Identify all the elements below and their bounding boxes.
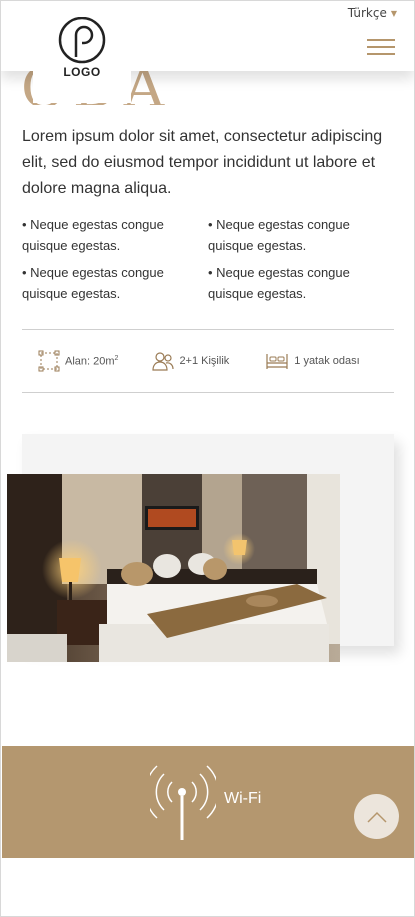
feature-item: • Neque egestas congue quisque egestas. [22,265,164,301]
menu-line [367,46,395,48]
language-selector[interactable]: Türkçe ▼ [348,6,397,20]
capacity-text: 2+1 Kişilik [179,355,230,367]
feature-item: • Neque egestas congue quisque egestas. [208,217,350,253]
hamburger-menu-button[interactable] [367,39,395,55]
logo[interactable]: LOGO [33,1,131,103]
bed-icon [266,354,288,369]
spec-area: Alan: 20m2 [38,350,118,372]
logo-text: LOGO [63,65,101,79]
chevron-down-icon: ▼ [390,8,397,18]
hotel-room-image [7,474,340,662]
page: ODA Türkçe ▼ LOGO Lorem ipsum dolor sit … [0,0,415,917]
spec-bedroom: 1 yatak odası [265,352,360,370]
chevron-up-icon [366,811,387,823]
amenity-banner: Wi-Fi [2,746,414,858]
menu-line [367,53,395,55]
intro-paragraph: Lorem ipsum dolor sit amet, consectetur … [22,128,383,197]
spec-capacity: 2+1 Kişilik [152,351,229,371]
feature-item: • Neque egestas congue quisque egestas. [208,265,350,301]
menu-line [367,39,395,41]
bedroom-text: 1 yatak odası [294,355,360,367]
wifi-label: Wi-Fi [224,790,262,807]
room-specs: Alan: 20m2 2+1 Kişilik 1 yatak odası [22,329,394,393]
feature-list: • Neque egestas congue quisque egestas. … [22,214,397,304]
people-icon [152,352,175,371]
logo-mark-icon [58,17,106,64]
feature-item: • Neque egestas congue quisque egestas. [22,217,164,253]
scroll-to-top-button[interactable] [354,794,399,839]
language-label: Türkçe [347,6,387,20]
area-icon [38,350,60,372]
area-text: Alan: 20m2 [65,354,119,368]
room-photo [7,474,340,662]
wifi-antenna-icon [150,765,216,840]
